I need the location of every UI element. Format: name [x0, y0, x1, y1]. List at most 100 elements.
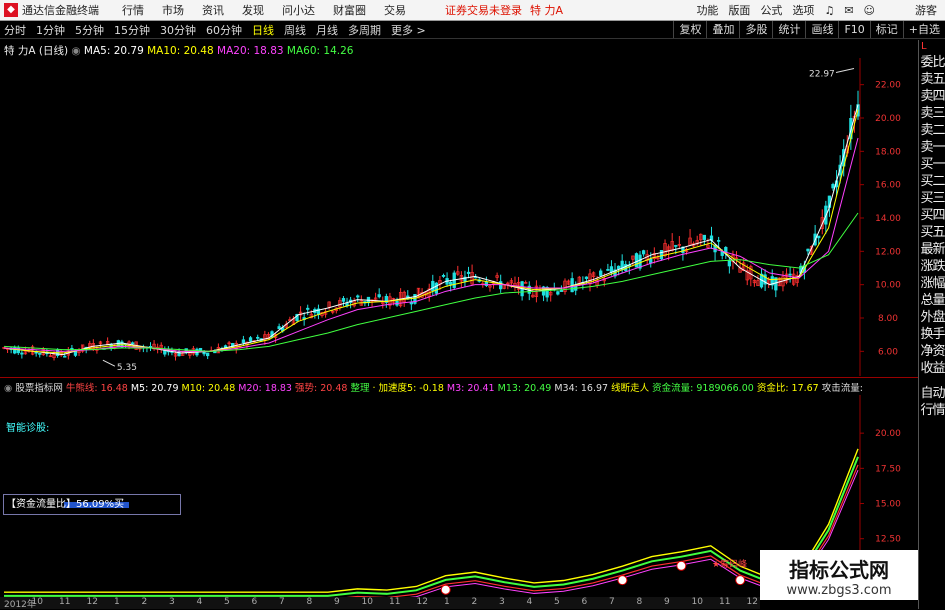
capflow-value: 资金流量: 9189066.00	[652, 383, 754, 394]
quote-field-16[interactable]: 换手	[919, 326, 945, 343]
tool-fuquan[interactable]: 复权	[673, 21, 706, 38]
quote-field-15[interactable]: 外盘	[919, 309, 945, 326]
price-tick-label: 18.00	[875, 147, 901, 157]
date-tick-label: 12	[416, 597, 428, 607]
quote-field-3[interactable]: 卖三	[919, 105, 945, 122]
menu-gongshi[interactable]: 公式	[760, 2, 782, 18]
m34-value: M34: 16.97	[554, 383, 609, 394]
chip-peak-label: ★筹码峰	[712, 558, 747, 570]
sub-line-magenta	[400, 469, 859, 598]
quote-lower-1[interactable]: 行情	[919, 402, 945, 419]
period-weekly[interactable]: 周线	[284, 22, 306, 38]
settings-icon[interactable]: ◉	[4, 383, 12, 394]
menu-faxian[interactable]: 发现	[242, 2, 264, 18]
quote-field-17[interactable]: 净资	[919, 343, 945, 360]
period-daily[interactable]: 日线	[252, 22, 274, 38]
sub-line-yellow	[4, 448, 859, 593]
quote-field-list: 委比 卖五 卖四 卖三 卖二 卖一 买一 买二 买三 买四 买五 最新 涨跌 涨幅 总量 外盘 换手 净资 收益	[919, 54, 945, 377]
candle-body	[466, 271, 471, 274]
candle-body	[70, 347, 74, 350]
watermark-url: www.zbgs3.com	[786, 583, 892, 598]
ma-line-ma20	[3, 137, 859, 352]
menu-gongneng[interactable]: 功能	[696, 2, 718, 18]
quote-field-8[interactable]: 买三	[919, 190, 945, 207]
ma20-value: MA20: 18.83	[217, 45, 284, 57]
chart-tools: 复权 叠加 多股 统计 画线 F10 标记 +自选	[673, 21, 945, 38]
quote-field-2[interactable]: 卖四	[919, 88, 945, 105]
candle-body	[63, 355, 67, 358]
date-tick-label: 11	[719, 597, 731, 607]
sub-chart-legend: ◉ 股票指标网 牛熊线: 16.48 M5: 20.79 M10: 20.48 …	[4, 380, 863, 394]
menu-wenxiaoda[interactable]: 问小达	[282, 2, 315, 18]
capital-flow-ratio-box: 【资金流量比】56.09%买	[3, 494, 181, 515]
login-notice[interactable]: 证券交易未登录	[445, 2, 522, 18]
date-tick-label: 7	[609, 597, 615, 607]
menu-xuanxiang[interactable]: 选项	[792, 2, 814, 18]
menu-caifuquan[interactable]: 财富圈	[333, 2, 366, 18]
tool-duogu[interactable]: 多股	[739, 21, 772, 38]
candle-body	[20, 352, 24, 355]
quote-field-14[interactable]: 总量	[919, 292, 945, 309]
message-icon[interactable]: ✉	[844, 4, 853, 17]
menu-banmian[interactable]: 版面	[728, 2, 750, 18]
price-tick-label: 6.00	[878, 347, 898, 357]
sub-tick-label: 15.00	[875, 500, 901, 510]
main-chart-legend: 特 力A (日线) ◉ MA5: 20.79 MA10: 20.48 MA20:…	[4, 43, 353, 58]
menu-shichang[interactable]: 市场	[162, 2, 184, 18]
tool-huaxian[interactable]: 画线	[805, 21, 838, 38]
quote-field-9[interactable]: 买四	[919, 207, 945, 224]
period-fenshi[interactable]: 分时	[4, 22, 26, 38]
period-15min[interactable]: 15分钟	[114, 22, 150, 38]
quote-field-1[interactable]: 卖五	[919, 71, 945, 88]
period-multi[interactable]: 多周期	[348, 22, 381, 38]
candle-body	[306, 307, 310, 310]
candle-body	[241, 339, 246, 343]
date-tick-label: 1	[114, 597, 120, 607]
date-tick-label: 3	[169, 597, 175, 607]
period-30min[interactable]: 30分钟	[160, 22, 196, 38]
candle-body	[716, 240, 721, 242]
period-1min[interactable]: 1分钟	[36, 22, 65, 38]
quote-field-0[interactable]: 委比	[919, 54, 945, 71]
period-60min[interactable]: 60分钟	[206, 22, 242, 38]
quote-field-10[interactable]: 买五	[919, 224, 945, 241]
period-monthly[interactable]: 月线	[316, 22, 338, 38]
sub-tick-label: 12.50	[875, 535, 901, 545]
menu-zixun[interactable]: 资讯	[202, 2, 224, 18]
zhengli-label: 整理	[350, 383, 370, 394]
period-5min[interactable]: 5分钟	[75, 22, 104, 38]
quote-field-7[interactable]: 买二	[919, 173, 945, 190]
panel-divider	[0, 377, 918, 378]
quote-field-11[interactable]: 最新	[919, 241, 945, 258]
tool-tongji[interactable]: 统计	[772, 21, 805, 38]
quote-lower-0[interactable]: 自动	[919, 385, 945, 402]
tool-biaoji[interactable]: 标记	[869, 21, 903, 38]
candle-body	[609, 266, 614, 273]
ma10-value: MA10: 20.48	[147, 45, 214, 57]
menu-jiaoyi[interactable]: 交易	[384, 2, 406, 18]
sub-tick-label: 20.00	[875, 429, 901, 439]
attack-label: 攻击流量:	[821, 383, 863, 394]
trend-value: 强势: 20.48	[295, 383, 348, 394]
quote-field-5[interactable]: 卖一	[919, 139, 945, 156]
menu-hangqing[interactable]: 行情	[122, 2, 144, 18]
quote-field-4[interactable]: 卖二	[919, 122, 945, 139]
period-more[interactable]: 更多 >	[391, 22, 426, 38]
candle-body	[434, 282, 439, 294]
date-tick-label: 10	[31, 597, 43, 607]
settings-icon[interactable]: ◉	[71, 45, 80, 57]
bell-icon[interactable]: ♫	[824, 4, 834, 17]
low-marker-line	[102, 359, 116, 367]
quote-field-18[interactable]: 收益	[919, 360, 945, 377]
main-kline-chart[interactable]: 22.00 20.00 18.00 16.00 14.00 12.00 10.00 8.00 6…	[0, 58, 918, 376]
quote-field-13[interactable]: 涨幅	[919, 275, 945, 292]
panel-tab-l[interactable]: L	[919, 40, 945, 54]
tool-zixuan[interactable]: +自选	[902, 21, 945, 38]
tool-diejia[interactable]: 叠加	[706, 21, 739, 38]
titlebar-right: 功能 版面 公式 选项 ♫ ✉ ☺ 游客	[686, 0, 937, 20]
user-label[interactable]: 游客	[915, 2, 937, 18]
user-icon[interactable]: ☺	[864, 4, 875, 17]
quote-field-6[interactable]: 买一	[919, 156, 945, 173]
quote-field-12[interactable]: 涨跌	[919, 258, 945, 275]
tool-f10[interactable]: F10	[838, 21, 869, 38]
